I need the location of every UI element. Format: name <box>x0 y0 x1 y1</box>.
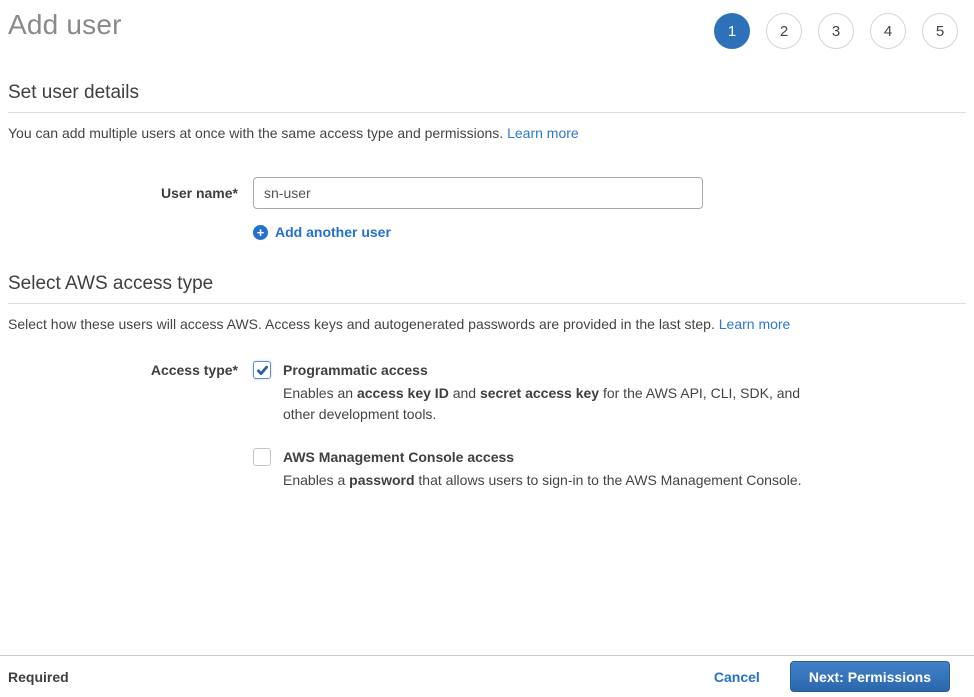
desc-text-bold: access key ID <box>357 385 449 401</box>
wizard-footer: Required Cancel Next: Permissions <box>0 655 974 697</box>
details-intro: You can add multiple users at once with … <box>8 125 966 141</box>
console-access-checkbox[interactable] <box>253 448 271 466</box>
programmatic-access-text: Programmatic access Enables an access ke… <box>283 361 807 425</box>
page-header: Add user 1 2 3 4 5 <box>8 0 966 49</box>
username-input[interactable] <box>253 177 703 209</box>
wizard-step-indicator: 1 2 3 4 5 <box>714 13 958 49</box>
add-user-page: Add user 1 2 3 4 5 Set user details You … <box>0 0 974 491</box>
console-access-title: AWS Management Console access <box>283 448 807 466</box>
desc-text: Enables an <box>283 385 357 401</box>
page-title: Add user <box>8 9 122 41</box>
programmatic-access-desc: Enables an access key ID and secret acce… <box>283 383 807 425</box>
access-learn-more-link[interactable]: Learn more <box>719 316 791 332</box>
details-intro-text: You can add multiple users at once with … <box>8 125 503 141</box>
add-another-user-link[interactable]: Add another user <box>275 224 391 240</box>
username-row: User name* <box>8 177 966 209</box>
access-type-options: Programmatic access Enables an access ke… <box>253 361 807 491</box>
details-learn-more-link[interactable]: Learn more <box>507 125 579 141</box>
wizard-step-4: 4 <box>870 13 906 49</box>
access-intro: Select how these users will access AWS. … <box>8 316 966 332</box>
wizard-step-5: 5 <box>922 13 958 49</box>
next-permissions-button[interactable]: Next: Permissions <box>790 661 950 692</box>
console-access-desc: Enables a password that allows users to … <box>283 470 807 491</box>
desc-text-bold: password <box>349 472 414 488</box>
plus-circle-icon: + <box>253 225 268 240</box>
programmatic-access-checkbox[interactable] <box>253 361 271 379</box>
wizard-step-2: 2 <box>766 13 802 49</box>
desc-text: Enables a <box>283 472 349 488</box>
footer-actions: Cancel Next: Permissions <box>714 661 950 692</box>
desc-text: that allows users to sign-in to the AWS … <box>415 472 802 488</box>
section-heading-access: Select AWS access type <box>8 273 966 295</box>
access-intro-text: Select how these users will access AWS. … <box>8 316 715 332</box>
cancel-button[interactable]: Cancel <box>714 669 760 685</box>
username-field-cell <box>253 177 703 209</box>
section-heading-details: Set user details <box>8 82 966 104</box>
wizard-step-1: 1 <box>714 13 750 49</box>
add-another-user-row: + Add another user <box>253 224 966 240</box>
checkmark-icon <box>256 364 269 377</box>
access-type-row: Access type* Programmatic access Enables… <box>8 361 966 491</box>
programmatic-access-title: Programmatic access <box>283 361 807 379</box>
required-note: Required <box>8 669 69 685</box>
option-programmatic-access: Programmatic access Enables an access ke… <box>253 361 807 425</box>
console-access-text: AWS Management Console access Enables a … <box>283 448 807 491</box>
option-console-access: AWS Management Console access Enables a … <box>253 448 807 491</box>
desc-text-bold: secret access key <box>480 385 599 401</box>
desc-text: and <box>449 385 480 401</box>
wizard-step-3: 3 <box>818 13 854 49</box>
username-label: User name* <box>8 177 238 209</box>
access-type-label: Access type* <box>8 361 238 379</box>
section-set-user-details: Set user details <box>8 82 966 113</box>
section-select-access-type: Select AWS access type <box>8 273 966 304</box>
